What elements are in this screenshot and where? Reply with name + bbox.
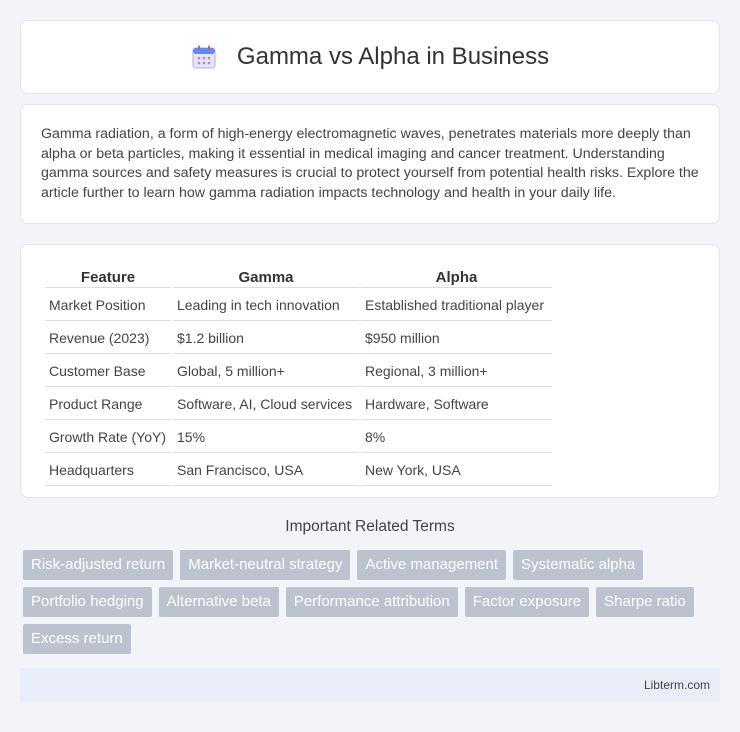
table-header-row: Feature Gamma Alpha <box>45 267 552 288</box>
related-term-tag[interactable]: Sharpe ratio <box>596 587 694 617</box>
table-cell: Revenue (2023) <box>45 323 171 354</box>
intro-text: Gamma radiation, a form of high-energy e… <box>41 126 699 201</box>
calendar-icon <box>192 45 216 69</box>
title-card: Gamma vs Alpha in Business <box>20 20 720 94</box>
table-row: Revenue (2023) $1.2 billion $950 million <box>45 323 552 354</box>
table-cell: Regional, 3 million+ <box>361 356 552 387</box>
comparison-card: Feature Gamma Alpha Market Position Lead… <box>20 244 720 498</box>
table-cell: Hardware, Software <box>361 389 552 420</box>
footer-link[interactable]: Libterm.com <box>644 678 710 692</box>
table-cell: Leading in tech innovation <box>173 290 359 321</box>
footer: Libterm.com <box>20 668 720 702</box>
related-term-tag[interactable]: Performance attribution <box>285 587 458 617</box>
related-term-tag[interactable]: Excess return <box>23 624 131 654</box>
header-feature: Feature <box>45 267 171 288</box>
related-term-tag[interactable]: Factor exposure <box>464 587 590 617</box>
table-cell: Product Range <box>45 389 171 420</box>
related-term-tag[interactable]: Systematic alpha <box>513 550 644 580</box>
related-term-tag[interactable]: Risk-adjusted return <box>23 550 174 580</box>
table-cell: Growth Rate (YoY) <box>45 422 171 453</box>
table-row: Market Position Leading in tech innovati… <box>45 290 552 321</box>
table-cell: San Francisco, USA <box>173 455 359 486</box>
table-cell: Customer Base <box>45 356 171 387</box>
related-term-tag[interactable]: Market-neutral strategy <box>180 550 351 580</box>
table-cell: Headquarters <box>45 455 171 486</box>
table-row: Product Range Software, AI, Cloud servic… <box>45 389 552 420</box>
table-cell: Established traditional player <box>361 290 552 321</box>
related-term-tag[interactable]: Portfolio hedging <box>23 587 152 617</box>
table-cell: 15% <box>173 422 359 453</box>
table-row: Customer Base Global, 5 million+ Regiona… <box>45 356 552 387</box>
related-terms-list: Risk-adjusted return Market-neutral stra… <box>23 550 723 661</box>
header-alpha: Alpha <box>361 267 552 288</box>
table-cell: $1.2 billion <box>173 323 359 354</box>
table-cell: Market Position <box>45 290 171 321</box>
table-cell: Global, 5 million+ <box>173 356 359 387</box>
comparison-table: Feature Gamma Alpha Market Position Lead… <box>43 265 554 488</box>
related-term-tag[interactable]: Alternative beta <box>158 587 279 617</box>
related-term-tag[interactable]: Active management <box>357 550 507 580</box>
header-gamma: Gamma <box>173 267 359 288</box>
table-cell: 8% <box>361 422 552 453</box>
table-row: Growth Rate (YoY) 15% 8% <box>45 422 552 453</box>
related-terms-title: Important Related Terms <box>285 518 455 535</box>
page-title: Gamma vs Alpha in Business <box>236 43 550 70</box>
intro-card: Gamma radiation, a form of high-energy e… <box>20 104 720 224</box>
table-cell: $950 million <box>361 323 552 354</box>
table-cell: New York, USA <box>361 455 552 486</box>
table-row: Headquarters San Francisco, USA New York… <box>45 455 552 486</box>
table-cell: Software, AI, Cloud services <box>173 389 359 420</box>
